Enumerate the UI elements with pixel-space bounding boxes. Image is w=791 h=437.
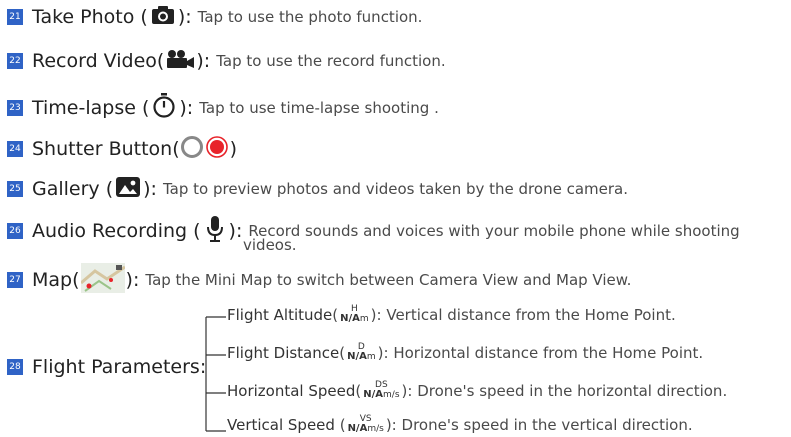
item-number: 27 (7, 272, 23, 288)
item-time-lapse: 23 Time-lapse ( ): Tap to use time-lapse… (7, 93, 439, 123)
gallery-icon (116, 177, 141, 201)
param-readout: VS N/Am/s (347, 414, 384, 434)
item-description-line1: Record sounds and voices with your mobil… (248, 222, 740, 240)
item-title: Record Video (32, 50, 157, 72)
item-record-video: 22 Record Video ( ): Tap to use the reco… (7, 49, 446, 73)
item-title: Take Photo (32, 6, 135, 28)
item-take-photo: 21 Take Photo ( ): Tap to use the photo … (7, 5, 422, 29)
microphone-icon (205, 215, 225, 247)
param-horizontal-speed: Horizontal Speed ( DS N/Am/s ): Drone's … (227, 380, 728, 400)
item-number: 23 (7, 100, 23, 116)
param-readout: D N/Am (347, 342, 376, 362)
param-description: Drone's speed in the vertical direction. (401, 415, 693, 434)
timer-icon (152, 93, 176, 123)
item-gallery: 25 Gallery ( ): Tap to preview photos an… (7, 177, 628, 201)
param-name: Flight Altitude (227, 305, 333, 324)
item-number: 21 (7, 9, 23, 25)
item-title: Flight Parameters: (32, 356, 207, 378)
flight-parameters-label: 28 Flight Parameters: (7, 356, 206, 378)
param-vertical-speed: Vertical Speed ( VS N/Am/s ): Drone's sp… (227, 414, 693, 434)
item-description-line2: videos. (243, 236, 297, 254)
item-number: 25 (7, 181, 23, 197)
item-description: Tap the Mini Map to switch between Camer… (145, 271, 632, 289)
item-description: Tap to use the record function. (216, 52, 446, 70)
item-audio-recording: 26 Audio Recording ( ): Record sounds an… (7, 215, 740, 247)
param-name: Vertical Speed (227, 415, 335, 434)
shutter-icons (180, 135, 230, 163)
param-readout: DS N/Am/s (363, 380, 400, 400)
param-description: Drone's speed in the horizontal directio… (417, 381, 728, 400)
item-title: Gallery (32, 178, 100, 200)
item-title: Shutter Button (32, 138, 173, 160)
item-number: 28 (7, 359, 23, 375)
item-number: 26 (7, 223, 23, 239)
item-title: Audio Recording (32, 220, 188, 242)
param-name: Flight Distance (227, 343, 340, 362)
item-description: Tap to use time-lapse shooting . (199, 99, 439, 117)
param-flight-altitude: Flight Altitude ( H N/Am ): Vertical dis… (227, 304, 676, 324)
param-description: Vertical distance from the Home Point. (386, 305, 676, 324)
item-description: Tap to preview photos and videos taken b… (162, 180, 628, 198)
bracket-lines (205, 316, 226, 432)
mini-map-icon (79, 263, 126, 297)
item-title: Time-lapse (32, 97, 136, 119)
video-camera-icon (165, 49, 195, 73)
param-flight-distance: Flight Distance ( D N/Am ): Horizontal d… (227, 342, 704, 362)
item-number: 24 (7, 141, 23, 157)
item-description: Tap to use the photo function. (197, 8, 423, 26)
param-description: Horizontal distance from the Home Point. (393, 343, 704, 362)
param-name: Horizontal Speed (227, 381, 356, 400)
param-readout: H N/Am (340, 304, 369, 324)
camera-icon (151, 5, 175, 29)
item-shutter-button: 24 Shutter Button ( ) (7, 135, 237, 163)
item-map: 27 Map ( ): Tap the Mini Map to switch b… (7, 263, 631, 297)
item-title: Map (32, 269, 73, 291)
item-number: 22 (7, 53, 23, 69)
